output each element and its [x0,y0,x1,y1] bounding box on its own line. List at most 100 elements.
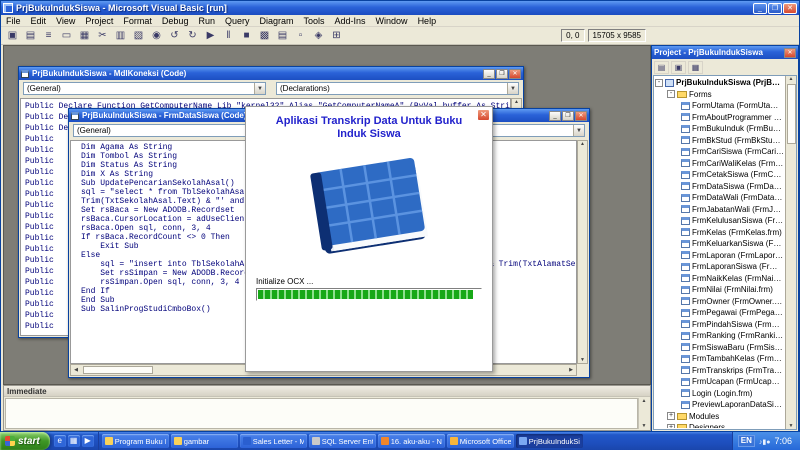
immediate-title[interactable]: Immediate [4,386,650,397]
menu-item[interactable]: File [1,15,26,27]
menu-editor-icon[interactable]: ≡ [40,28,57,44]
tree-item-form[interactable]: FrmBukuInduk (FrmBukuInduk.frm) [655,123,784,135]
scroll-right-icon[interactable]: ▶ [566,367,576,373]
maximize-button[interactable]: ❐ [562,110,574,121]
add-project-icon[interactable]: ▣ [4,28,21,44]
tree-item-form[interactable]: FrmRanking (FrmRanking.frm) [655,330,784,342]
minimize-button[interactable]: _ [549,110,561,121]
minimize-button[interactable]: _ [753,2,767,14]
menu-item[interactable]: Tools [299,15,330,27]
vertical-scrollbar[interactable]: ▲ ▼ [577,140,588,364]
taskbar-button[interactable]: gambar [170,434,238,448]
scroll-down-icon[interactable]: ▼ [578,357,588,363]
paste-icon[interactable]: ▧ [130,28,147,44]
tree-item-form[interactable]: FrmKeluarkanSiswa (FrmKeluarkanSiswa.frm… [655,238,784,250]
toolbox-icon[interactable]: ⊞ [328,28,345,44]
tree-item-form[interactable]: FrmKelulusanSiswa (FrmKelulusanSiswa.frm… [655,215,784,227]
tree-item-project-root[interactable]: - PrjBukuIndukSiswa (PrjBukuIndukSiswa) [655,77,784,89]
procedure-dropdown[interactable]: (Declarations) ▼ [276,82,519,95]
tree-item-form[interactable]: FrmSiswaBaru (FrmSiswaBaru.frm) [655,342,784,354]
tree-item-form[interactable]: FrmAboutProgrammer (FrmAboutProgrammer.f… [655,112,784,124]
menu-item[interactable]: Edit [26,15,52,27]
maximize-button[interactable]: ❐ [496,68,508,79]
tree-item-form[interactable]: FrmCariWaliKelas (FrmCariWaliKelas.frm) [655,158,784,170]
start-icon[interactable]: ▶ [202,28,219,44]
splash-close-button[interactable]: ✕ [477,109,490,121]
form-layout-icon[interactable]: ▫ [292,28,309,44]
chevron-down-icon[interactable]: ▼ [573,125,584,136]
vertical-scrollbar[interactable]: ▲ ▼ [785,76,796,429]
tree-item-form[interactable]: PreviewLaporanDataSiswa (PreviewLaporanD… [655,399,784,411]
object-dropdown[interactable]: (General) ▼ [23,82,266,95]
tree-item-form[interactable]: FrmUcapan (FrmUcapan.frm) [655,376,784,388]
taskbar-button[interactable]: Sales Letter - Mi... [239,434,307,448]
close-button[interactable]: ✕ [575,110,587,121]
collapse-icon[interactable]: - [655,78,663,87]
tree-item-form[interactable]: FrmBkStud (FrmBkStud.frm) [655,135,784,147]
taskbar-button[interactable]: Microsoft Office Pi... [446,434,514,448]
project-explorer-icon[interactable]: ▩ [256,28,273,44]
scrollbar-thumb[interactable] [83,366,153,374]
menu-item[interactable]: Query [220,15,255,27]
tree-item-form[interactable]: FrmCariSiswa (FrmCariSiswa.frm) [655,146,784,158]
scroll-up-icon[interactable]: ▲ [512,99,522,105]
code-window-titlebar[interactable]: PrjBukuIndukSiswa - MdlKoneksi (Code) _ … [19,67,523,80]
scroll-up-icon[interactable]: ▲ [786,76,796,82]
project-panel-titlebar[interactable]: Project - PrjBukuIndukSiswa ✕ [652,46,798,59]
scroll-up-icon[interactable]: ▲ [578,141,588,147]
expand-icon[interactable]: + [667,412,675,421]
tree-item-form[interactable]: FrmPindahSiswa (FrmPindahSiswa.frm) [655,319,784,331]
tree-item-forms-folder[interactable]: - Forms [655,89,784,101]
show-desktop-icon[interactable]: ▦ [67,435,80,447]
close-button[interactable]: ✕ [784,47,796,58]
save-project-icon[interactable]: ▦ [76,28,93,44]
tree-item-form[interactable]: FrmLaporan (FrmLaporan.frm) [655,250,784,262]
open-project-icon[interactable]: ▭ [58,28,75,44]
close-button[interactable]: ✕ [509,68,521,79]
add-form-icon[interactable]: ▤ [22,28,39,44]
minimize-button[interactable]: _ [483,68,495,79]
menu-item[interactable]: Help [413,15,442,27]
close-button[interactable]: ✕ [783,2,797,14]
taskbar-button[interactable]: Program Buku I... [101,434,169,448]
toggle-folders-icon[interactable]: ▦ [688,60,703,74]
taskbar-button[interactable]: PrjBukuIndukSis... [515,434,583,448]
taskbar-button[interactable]: SQL Server Enterp... [308,434,376,448]
copy-icon[interactable]: ▥ [112,28,129,44]
media-player-icon[interactable]: ▶ [81,435,94,447]
tree-item-designers-folder[interactable]: + Designers [655,422,784,428]
language-indicator[interactable]: EN [737,435,755,447]
menu-item[interactable]: Format [118,15,157,27]
scroll-up-icon[interactable]: ▲ [639,398,649,404]
undo-icon[interactable]: ↺ [166,28,183,44]
cut-icon[interactable]: ✂ [94,28,111,44]
tree-item-form[interactable]: FrmJabatanWali (FrmJabatanWali.frm) [655,204,784,216]
taskbar-button[interactable]: 16. aku-aku - N... [377,434,445,448]
internet-explorer-icon[interactable]: e [53,435,66,447]
tree-item-form[interactable]: FrmOwner (FrmOwner.frm) [655,296,784,308]
main-titlebar[interactable]: PrjBukuIndukSiswa - Microsoft Visual Bas… [1,1,799,15]
properties-window-icon[interactable]: ▤ [274,28,291,44]
tree-item-form[interactable]: FrmCetakSiswa (FrmCetakSiswa.frm) [655,169,784,181]
menu-item[interactable]: Window [371,15,413,27]
tree-item-form[interactable]: FrmDataWali (FrmDataWali.frm) [655,192,784,204]
menu-item[interactable]: Debug [157,15,194,27]
menu-item[interactable]: View [51,15,80,27]
menu-item[interactable]: Project [80,15,118,27]
maximize-button[interactable]: ❐ [768,2,782,14]
tree-item-form[interactable]: Login (Login.frm) [655,388,784,400]
view-object-icon[interactable]: ▣ [671,60,686,74]
tree-item-modules-folder[interactable]: + Modules [655,411,784,423]
tree-item-form[interactable]: FrmKelas (FrmKelas.frm) [655,227,784,239]
antivirus-icon[interactable]: ● [766,439,770,446]
scroll-down-icon[interactable]: ▼ [639,423,649,429]
menu-item[interactable]: Run [193,15,220,27]
end-icon[interactable]: ■ [238,28,255,44]
view-code-icon[interactable]: ▤ [654,60,669,74]
tree-item-form[interactable]: FormUtama (FormUtama.frm) [655,100,784,112]
tree-item-form[interactable]: FrmDataSiswa (FrmDataSiswa.frm) [655,181,784,193]
menu-item[interactable]: Diagram [254,15,298,27]
immediate-input-area[interactable] [5,398,638,429]
collapse-icon[interactable]: - [667,90,675,99]
tree-item-form[interactable]: FrmNaikKelas (FrmNaikKelas.frm) [655,273,784,285]
